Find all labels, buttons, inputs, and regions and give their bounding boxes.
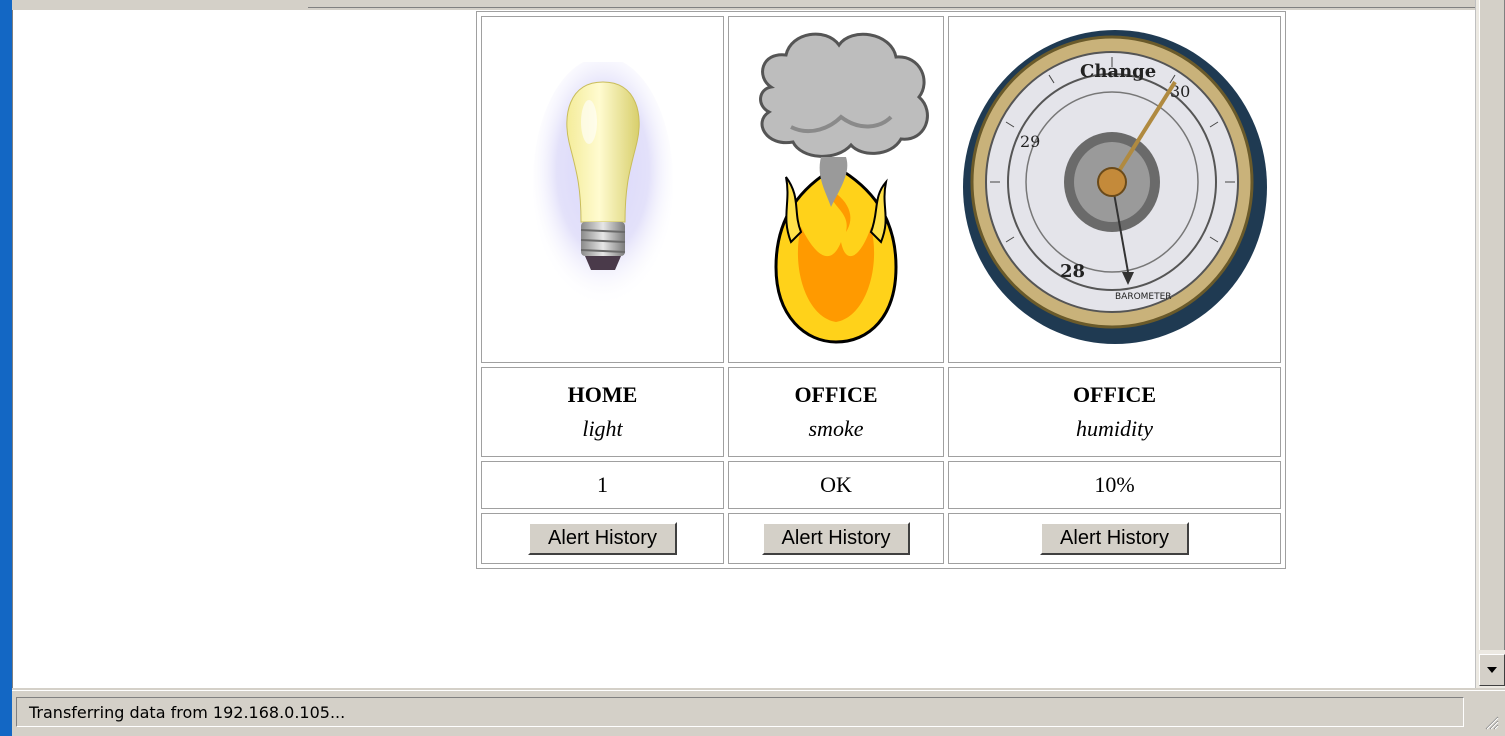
sensor-location: HOME <box>567 382 638 407</box>
dial-number-left: 29 <box>1020 132 1040 151</box>
divider <box>308 7 1485 8</box>
barometer-icon: Change 29 30 28 BAROMETER <box>962 30 1267 344</box>
browser-window: Change 29 30 28 BAROMETER HOME light OFF… <box>12 0 1505 736</box>
alert-history-button[interactable]: Alert History <box>528 522 677 555</box>
status-bar: Transferring data from 192.168.0.105... <box>12 690 1505 736</box>
sensor-name-cell: OFFICE humidity <box>948 367 1281 457</box>
sensor-type: humidity <box>1076 416 1153 441</box>
sensor-name-cell: OFFICE smoke <box>728 367 944 457</box>
sensor-image-cell <box>481 16 724 363</box>
status-text: Transferring data from 192.168.0.105... <box>16 697 1464 727</box>
alert-history-cell: Alert History <box>728 513 944 564</box>
sensor-value: 10% <box>948 461 1281 509</box>
light-bulb-icon <box>532 57 673 307</box>
scroll-down-button[interactable] <box>1479 654 1505 686</box>
smoke-fire-icon <box>759 32 929 344</box>
sensor-type: smoke <box>808 416 864 441</box>
sensor-value: 1 <box>481 461 724 509</box>
vertical-scrollbar[interactable] <box>1475 0 1505 688</box>
sensor-image-cell: Change 29 30 28 BAROMETER <box>948 16 1281 363</box>
dial-number-bottom: 28 <box>1060 261 1085 282</box>
sensor-image-cell <box>728 16 944 363</box>
alert-history-cell: Alert History <box>948 513 1281 564</box>
sensor-location: OFFICE <box>794 382 878 407</box>
dial-label-top: Change <box>1080 61 1156 82</box>
alert-history-cell: Alert History <box>481 513 724 564</box>
sensor-table: Change 29 30 28 BAROMETER HOME light OFF… <box>476 11 1286 569</box>
window-top-edge <box>12 0 1505 10</box>
sensor-name-cell: HOME light <box>481 367 724 457</box>
page-content: Change 29 30 28 BAROMETER HOME light OFF… <box>12 0 1476 688</box>
alert-history-button[interactable]: Alert History <box>761 522 911 555</box>
alert-history-button[interactable]: Alert History <box>1040 522 1189 555</box>
scrollbar-thumb[interactable] <box>1479 0 1505 650</box>
sensor-type: light <box>582 416 623 441</box>
resize-grip-icon[interactable] <box>1483 714 1499 730</box>
dial-maker: BAROMETER <box>1115 292 1172 302</box>
sensor-value: OK <box>728 461 944 509</box>
sensor-location: OFFICE <box>1072 382 1157 407</box>
arrow-down-icon <box>1487 667 1497 673</box>
